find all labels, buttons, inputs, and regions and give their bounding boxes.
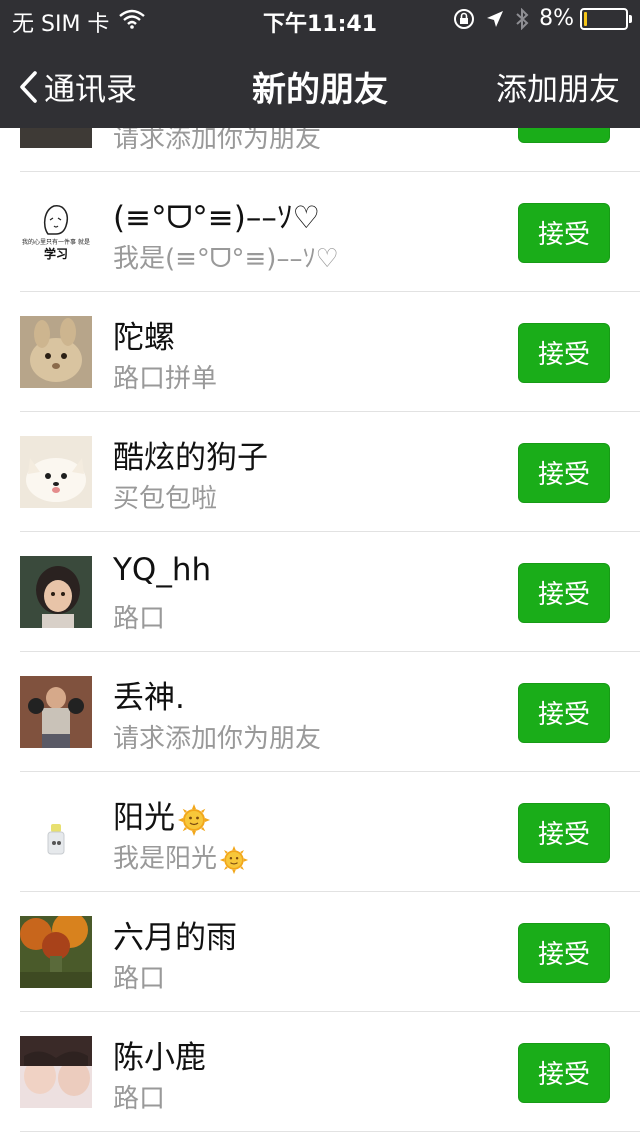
avatar[interactable] (20, 916, 92, 988)
avatar[interactable] (20, 1036, 92, 1108)
request-name: 陀螺 (113, 320, 175, 356)
accept-button[interactable]: 接受 (518, 1043, 610, 1103)
request-message: 我是阳光 (113, 838, 249, 875)
accept-button[interactable]: 接受 (518, 923, 610, 983)
avatar[interactable] (20, 676, 92, 748)
request-name: (≡°ᗜ°≡)––ｿ♡ (113, 200, 321, 236)
request-name-text: 阳光 (113, 800, 175, 836)
request-message: 路口 (113, 1084, 166, 1114)
avatar[interactable] (20, 436, 92, 508)
accept-button[interactable]: 接受 (518, 203, 610, 263)
status-right: 8% (443, 6, 632, 31)
list-item[interactable]: 六月的雨 路口 接受 (0, 892, 640, 1012)
request-name: 酷炫的狗子 (113, 440, 268, 476)
request-name: 阳光 (113, 792, 211, 837)
accept-button[interactable]: 接受 (518, 323, 610, 383)
bluetooth-icon (515, 7, 529, 30)
orientation-lock-icon (453, 8, 475, 30)
avatar[interactable] (20, 316, 92, 388)
request-message: 买包包啦 (113, 484, 218, 514)
child-photo-avatar-image (20, 556, 92, 628)
battery-level-fill (584, 11, 587, 26)
sun-emoji-icon (178, 803, 210, 836)
avatar[interactable] (20, 556, 92, 628)
request-message: 路口 (113, 604, 166, 634)
nav-bar: 通讯录 新的朋友 添加朋友 (0, 40, 640, 128)
accept-button[interactable]: 接受 (518, 803, 610, 863)
list-item[interactable]: 陈小鹿 路口 接受 (0, 1012, 640, 1132)
list-item[interactable]: YQ_hh 路口 接受 (0, 532, 640, 652)
request-message: 我是(≡°ᗜ°≡)––ｿ♡ (113, 244, 339, 274)
request-message: 路口 (113, 964, 166, 994)
battery-icon (580, 7, 632, 30)
list-item[interactable]: 陀螺 路口拼单 接受 (0, 292, 640, 412)
white-dog-avatar-image (20, 436, 92, 508)
bottle-avatar-image (20, 796, 92, 868)
avatar-caption-small: 我的心里只有一件事 就是 (22, 238, 90, 246)
boxer-photo-avatar-image (20, 676, 92, 748)
list-item[interactable]: 酷炫的狗子 买包包啦 接受 (0, 412, 640, 532)
rabbit-avatar-image (20, 316, 92, 388)
accept-button[interactable]: 接受 (518, 443, 610, 503)
add-friend-button[interactable]: 添加朋友 (496, 64, 620, 109)
request-name: YQ_hh (113, 552, 212, 588)
sketch-learning-avatar-image: 我的心里只有一件事 就是 学习 (20, 196, 92, 268)
request-name: 丢神. (113, 680, 185, 716)
list-item[interactable]: 阳光 我是阳光 接受 (0, 772, 640, 892)
screen: 请求添加你为朋友 接受 我的心里只有一件事 就是 学习 (≡°ᗜ°≡)––ｿ♡ … (0, 0, 640, 1136)
battery-cap (629, 14, 632, 23)
battery-percent: 8% (539, 6, 574, 31)
sun-emoji-icon (219, 845, 249, 874)
status-bar: 无 SIM 卡 下午11:41 8% (0, 0, 640, 40)
avatar[interactable]: 我的心里只有一件事 就是 学习 (20, 196, 92, 268)
accept-button[interactable]: 接受 (518, 563, 610, 623)
girl-photo-avatar-image (20, 1036, 92, 1108)
avatar-caption-big: 学习 (44, 246, 68, 261)
request-name: 六月的雨 (113, 920, 237, 956)
avatar[interactable] (20, 796, 92, 868)
accept-button[interactable]: 接受 (518, 683, 610, 743)
autumn-forest-avatar-image (20, 916, 92, 988)
request-message: 请求添加你为朋友 (113, 724, 322, 754)
request-message: 路口拼单 (113, 364, 218, 394)
request-message-text: 我是阳光 (113, 844, 218, 874)
header: 无 SIM 卡 下午11:41 8% 通讯录 新的朋友 添加朋友 (0, 0, 640, 128)
list-item[interactable]: 丢神. 请求添加你为朋友 接受 (0, 652, 640, 772)
friend-request-list[interactable]: 请求添加你为朋友 接受 我的心里只有一件事 就是 学习 (≡°ᗜ°≡)––ｿ♡ … (0, 52, 640, 1132)
request-name: 陈小鹿 (113, 1040, 206, 1076)
location-arrow-icon (485, 9, 505, 29)
list-item[interactable]: 我的心里只有一件事 就是 学习 (≡°ᗜ°≡)––ｿ♡ 我是(≡°ᗜ°≡)––ｿ… (0, 172, 640, 292)
